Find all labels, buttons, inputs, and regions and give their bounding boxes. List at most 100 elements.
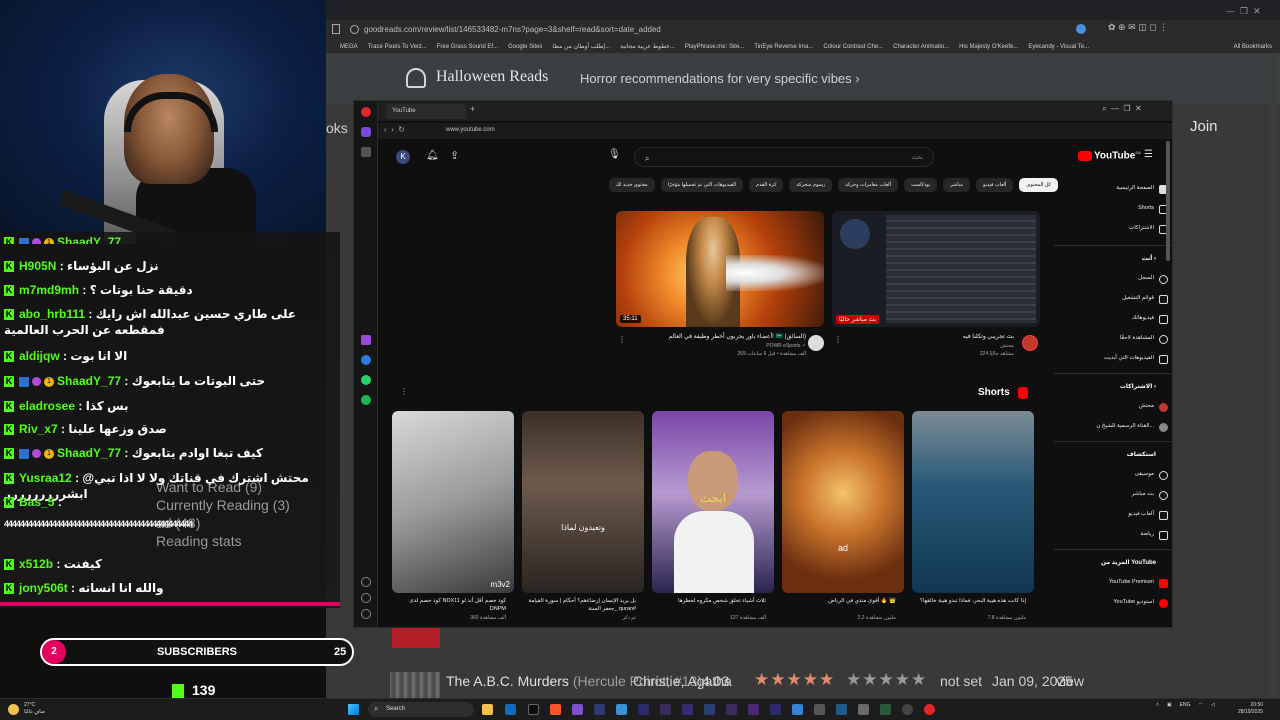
profile-icon[interactable] bbox=[1076, 24, 1086, 34]
channel-name[interactable]: POWR eSports ✓ bbox=[618, 342, 806, 350]
video-thumbnail[interactable]: 35:11 bbox=[616, 211, 824, 327]
bookmark-item[interactable]: Character Animatio... bbox=[893, 44, 949, 50]
books-tab[interactable]: oks bbox=[326, 120, 348, 136]
more-options-icon[interactable]: ⋮ bbox=[618, 335, 626, 344]
nav-buttons[interactable]: ‹ › ↻ bbox=[384, 125, 405, 134]
guide-scrollbar[interactable] bbox=[1166, 141, 1170, 261]
channel-name[interactable]: محتش bbox=[848, 342, 1014, 350]
youtube-logo[interactable]: YouTubeSA bbox=[1078, 150, 1141, 161]
start-button[interactable] bbox=[348, 704, 359, 715]
search-icon[interactable]: ⌕ bbox=[645, 154, 649, 163]
bookmark-item[interactable]: Free Grass Sound Ef... bbox=[437, 44, 498, 50]
chip[interactable]: رسوم متحركة bbox=[789, 178, 833, 192]
guide-item-watch-later[interactable]: المشاهدة لاحقًا bbox=[1120, 335, 1154, 341]
tab-youtube[interactable]: YouTube bbox=[386, 104, 466, 119]
more-icon[interactable] bbox=[361, 609, 371, 619]
short-title[interactable]: ثلاث أشياء تخلق شخص مكروه لحظرها bbox=[654, 597, 766, 605]
guide-item-subscriptions[interactable]: الاشتراكات bbox=[1129, 225, 1154, 231]
app-icon[interactable] bbox=[814, 704, 825, 715]
app-icon[interactable] bbox=[836, 704, 847, 715]
menu-icon[interactable]: ☰ bbox=[1144, 149, 1153, 160]
tray-chevron-icon[interactable]: ˄ bbox=[1156, 702, 1159, 708]
chat-username[interactable]: ShaadY_77 bbox=[57, 235, 121, 244]
bookmark-item[interactable]: PlayPhrase.me: Site... bbox=[685, 44, 744, 50]
vscode-icon[interactable] bbox=[505, 704, 516, 715]
halloween-banner[interactable]: Halloween Reads Horror recommendations f… bbox=[326, 54, 1280, 104]
chip[interactable]: بودكاست bbox=[904, 178, 938, 192]
network-icon[interactable]: ◠ bbox=[1199, 702, 1203, 708]
clock[interactable]: 20:50 28/10/2025 bbox=[1238, 702, 1263, 716]
channel-avatar[interactable] bbox=[1022, 335, 1038, 351]
capcut-icon[interactable] bbox=[528, 704, 539, 715]
short-title[interactable]: يل يريد الإنسان إرضاءهم؟ أحكام | سورة ال… bbox=[524, 597, 636, 613]
sidebar-toggle-icon[interactable] bbox=[332, 24, 340, 34]
workspace-icon[interactable] bbox=[361, 127, 371, 137]
chip[interactable]: محتوى جديد لك bbox=[608, 178, 655, 192]
bookmark-item[interactable]: إطلب أوطان من مطا... bbox=[552, 43, 610, 50]
audition-icon[interactable] bbox=[638, 704, 649, 715]
chat-username[interactable]: jony506t bbox=[19, 581, 68, 595]
chat-username[interactable]: Riv_x7 bbox=[19, 422, 58, 436]
guide-item-studio[interactable]: YouTube استوديو bbox=[1113, 599, 1154, 605]
chip[interactable]: الفيديوهات التي تم تحميلها مؤخرًا bbox=[660, 178, 744, 192]
window-controls[interactable]: — ❐ ✕ bbox=[1226, 6, 1261, 17]
search-input[interactable]: ⌕ بحث bbox=[634, 147, 934, 167]
media-encoder-icon[interactable] bbox=[704, 704, 715, 715]
language-indicator[interactable]: ENG bbox=[1180, 702, 1191, 708]
short-thumbnail[interactable]: وتعبدون لماذا bbox=[522, 411, 644, 593]
bookmark-item[interactable]: MEGA bbox=[340, 44, 358, 50]
bookmark-item[interactable]: Colour Contrast Che... bbox=[823, 44, 883, 50]
chip[interactable]: مباشر bbox=[943, 178, 970, 192]
chat-username[interactable]: Yusraa12 bbox=[19, 471, 72, 485]
chip[interactable]: ألعاب مغامرات وحركة bbox=[838, 178, 899, 192]
guide-item-premium[interactable]: YouTube Premium bbox=[1109, 579, 1154, 585]
guide-sub-channel[interactable]: القناة الرسمية للشيخ ن... bbox=[1096, 423, 1154, 429]
bookmark-item[interactable]: His Majesty O'Keefe... bbox=[959, 44, 1018, 50]
messenger-icon[interactable] bbox=[361, 355, 371, 365]
short-thumbnail[interactable]: ابحث bbox=[652, 411, 774, 593]
premiere-icon[interactable] bbox=[748, 704, 759, 715]
notifications-icon[interactable]: 🔔︎ bbox=[426, 150, 439, 161]
app-icon[interactable] bbox=[792, 704, 803, 715]
short-thumbnail[interactable]: m3v2 bbox=[392, 411, 514, 593]
guide-item-playlists[interactable]: قوائم التشغيل bbox=[1122, 295, 1154, 301]
guide-item-live[interactable]: بث مباشر bbox=[1132, 491, 1154, 497]
bookmark-item[interactable]: خطوط عربية مجانية... bbox=[620, 43, 675, 50]
taskbar-search[interactable]: ⌕ Search bbox=[368, 702, 474, 717]
opera-icon[interactable] bbox=[924, 704, 935, 715]
visual-studio-icon[interactable] bbox=[572, 704, 583, 715]
short-thumbnail[interactable] bbox=[912, 411, 1034, 593]
channel-avatar[interactable] bbox=[808, 335, 824, 351]
brave-icon[interactable] bbox=[550, 704, 561, 715]
app-icon[interactable] bbox=[660, 704, 671, 715]
guide-item-your-videos[interactable]: فيديوهاتك bbox=[1132, 315, 1154, 321]
chat-username[interactable]: ShaadY_77 bbox=[57, 374, 121, 388]
short-title[interactable]: إذا كانت هذه هيبة البحر، فماذا تبدو هيبة… bbox=[914, 597, 1026, 605]
video-thumbnail[interactable]: بث مباشر حاليًا bbox=[832, 211, 1040, 327]
video-title[interactable]: بث تجريبي وتكلنا فيه bbox=[848, 333, 1014, 342]
chip[interactable]: ألعاب فيديو bbox=[975, 178, 1014, 192]
weather-widget[interactable]: 27°C صافٍ غالبًا bbox=[24, 702, 45, 716]
url-text[interactable]: goodreads.com/review/list/146533482-m7ns… bbox=[346, 22, 906, 38]
guide-item-liked[interactable]: الفيديوهات التي أبديت bbox=[1104, 355, 1154, 361]
guide-item-gaming[interactable]: ألعاب فيديو bbox=[1128, 511, 1154, 517]
window-controls[interactable]: ⌕ — ❐ ✕ bbox=[1102, 104, 1142, 114]
bookmark-item[interactable]: Trace Pixels To Vect... bbox=[368, 44, 427, 50]
app-icon[interactable] bbox=[880, 704, 891, 715]
heart-icon[interactable] bbox=[361, 577, 371, 587]
tray-app-icon[interactable]: ▣ bbox=[1167, 702, 1172, 708]
audition-icon[interactable] bbox=[770, 704, 781, 715]
file-explorer-icon[interactable] bbox=[482, 704, 493, 715]
chat-username[interactable]: eladrosee bbox=[19, 399, 75, 413]
chat-username[interactable]: x512b bbox=[19, 557, 53, 571]
volume-icon[interactable]: ◁ bbox=[1211, 702, 1215, 708]
more-options-icon[interactable]: ⋮ bbox=[400, 387, 408, 396]
video-title[interactable]: أعضاء باور يجربون أخطر وظيفة في العالم! … bbox=[618, 333, 806, 342]
guide-item-music[interactable]: موسيقى bbox=[1135, 471, 1154, 477]
join-button[interactable]: Join bbox=[1190, 118, 1218, 135]
chat-username[interactable]: abo_hrb111 bbox=[19, 307, 85, 321]
chat-username[interactable]: ShaadY_77 bbox=[57, 446, 121, 460]
whatsapp-icon[interactable] bbox=[361, 375, 371, 385]
obs-icon[interactable] bbox=[902, 704, 913, 715]
all-bookmarks-link[interactable]: All Bookmarks bbox=[1234, 44, 1280, 50]
